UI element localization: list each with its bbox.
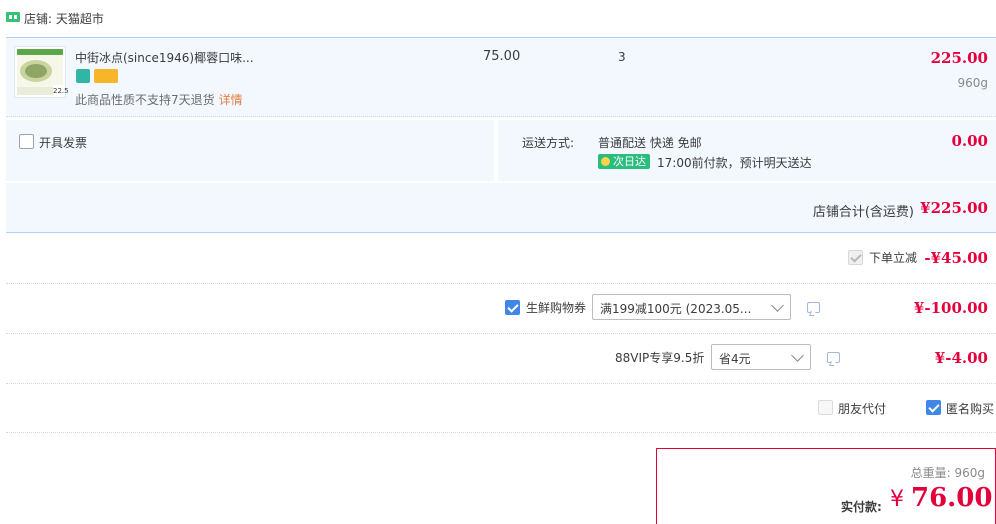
friend-pay-checkbox[interactable] bbox=[818, 400, 833, 415]
thumb-price-tag: 22.5 bbox=[53, 87, 69, 95]
item-subtotal: 225.00 bbox=[930, 49, 988, 67]
shop-total-amount: ¥225.00 bbox=[920, 199, 988, 217]
message-icon[interactable] bbox=[827, 352, 840, 363]
instant-discount-label: 下单立减 bbox=[869, 251, 918, 265]
vip-label: 88VIP专享9.5折 bbox=[615, 351, 705, 365]
anonymous-checkbox[interactable] bbox=[926, 400, 941, 415]
shipping-section: 运送方式: 普通配送 快递 免邮 次日达 17:00前付款，预计明天送达 0.0… bbox=[498, 120, 996, 181]
shop-total-row: 店铺合计(含运费) ¥225.00 bbox=[6, 183, 996, 233]
no-return-detail-link[interactable]: 详情 bbox=[219, 93, 243, 107]
tmall-shop-icon bbox=[6, 12, 20, 22]
vip-selected: 省4元 bbox=[719, 352, 751, 366]
instant-discount-row: 下单立减 -¥45.00 bbox=[6, 234, 996, 283]
divider bbox=[6, 432, 996, 433]
shipping-label: 运送方式: bbox=[522, 136, 575, 150]
coupon-selected: 满199减100元 (2023.05... bbox=[600, 302, 752, 316]
options-row: 朋友代付 匿名购买 bbox=[6, 384, 996, 432]
chevron-down-icon bbox=[791, 349, 804, 362]
invoice-label[interactable]: 开具发票 bbox=[39, 134, 87, 151]
vip-select[interactable]: 省4元 bbox=[711, 344, 811, 370]
service-badge-icon bbox=[76, 69, 90, 83]
no-return-notice: 此商品性质不支持7天退货 详情 bbox=[75, 91, 243, 108]
vip-discount-row: 88VIP专享9.5折 省4元 ¥-4.00 bbox=[6, 334, 996, 383]
next-day-badge: 次日达 bbox=[598, 154, 650, 169]
payment-summary: 总重量: 960g 实付款: ¥ 76.00 bbox=[656, 448, 996, 524]
shop-total-label: 店铺合计(含运费) bbox=[812, 205, 914, 220]
item-quantity: 3 bbox=[618, 50, 626, 64]
coupon-amount: ¥-100.00 bbox=[913, 299, 988, 317]
coupon-label: 生鲜购物券 bbox=[526, 301, 587, 315]
anonymous-label[interactable]: 匿名购买 bbox=[946, 400, 994, 417]
shipping-method: 普通配送 快递 免邮 bbox=[598, 136, 702, 150]
total-weight-label: 总重量: bbox=[910, 466, 951, 480]
coupon-select[interactable]: 满199减100元 (2023.05... bbox=[592, 294, 791, 320]
friend-pay-label[interactable]: 朋友代付 bbox=[838, 400, 886, 417]
item-title[interactable]: 中街冰点(since1946)椰蓉口味... bbox=[75, 49, 254, 66]
next-day-badge-text: 次日达 bbox=[613, 155, 646, 168]
currency-symbol: ¥ bbox=[890, 487, 904, 512]
invoice-section: 开具发票 bbox=[6, 120, 494, 181]
item-row: 22.5 中街冰点(since1946)椰蓉口味... 此商品性质不支持7天退货… bbox=[6, 37, 996, 117]
instant-discount-amount: -¥45.00 bbox=[924, 249, 988, 267]
coupon-checkbox[interactable] bbox=[505, 300, 520, 315]
chevron-down-icon bbox=[771, 299, 784, 312]
item-weight: 960g bbox=[957, 76, 988, 90]
message-icon[interactable] bbox=[807, 302, 820, 313]
actual-pay-label: 实付款: bbox=[841, 500, 882, 514]
vip-amount: ¥-4.00 bbox=[934, 349, 988, 367]
product-thumbnail[interactable]: 22.5 bbox=[14, 46, 69, 98]
shop-name[interactable]: 店铺: 天猫超市 bbox=[24, 10, 104, 27]
lightning-icon bbox=[601, 157, 610, 166]
unit-price: 75.00 bbox=[483, 49, 521, 64]
delivery-note: 17:00前付款，预计明天送达 bbox=[657, 156, 812, 170]
shipping-fee: 0.00 bbox=[951, 132, 988, 150]
shop-header: 店铺: 天猫超市 bbox=[0, 0, 996, 36]
card-badge-icon bbox=[94, 69, 118, 83]
actual-pay-amount: 76.00 bbox=[911, 483, 993, 513]
instant-discount-checkbox bbox=[848, 250, 863, 265]
invoice-checkbox[interactable] bbox=[19, 134, 34, 149]
no-return-text: 此商品性质不支持7天退货 bbox=[75, 93, 215, 107]
total-weight: 总重量: 960g bbox=[911, 464, 985, 481]
coupon-row: 生鲜购物券 满199减100元 (2023.05... ¥-100.00 bbox=[6, 284, 996, 333]
total-weight-value: 960g bbox=[954, 466, 985, 480]
